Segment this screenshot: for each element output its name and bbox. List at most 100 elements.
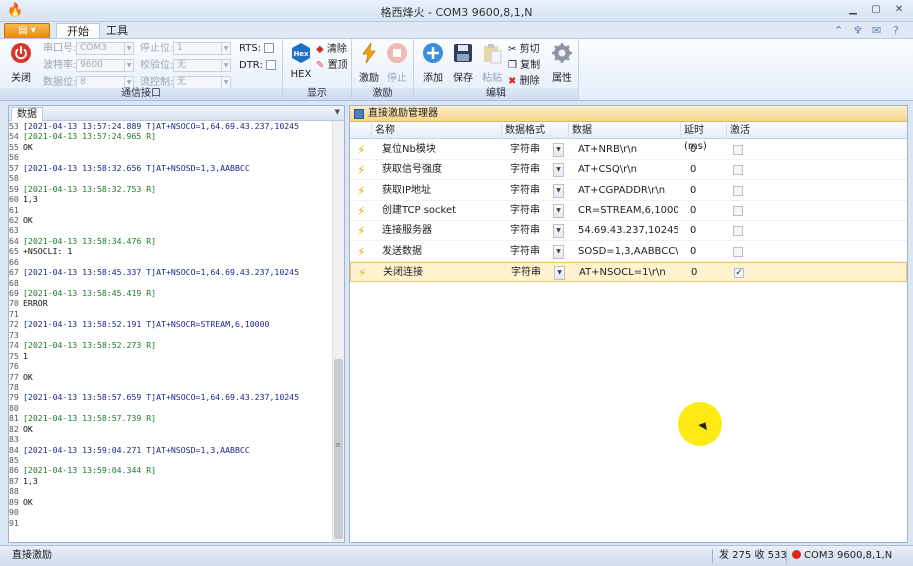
format-dropdown-icon[interactable]: ▼ bbox=[553, 203, 564, 218]
stimulus-row[interactable]: ⚡ 关闭连接 字符串 ▼ AT+NSOCL=1\r\n 0 ✓ bbox=[350, 261, 907, 283]
pin-icon: ✎ bbox=[316, 60, 325, 71]
console-line: 56 bbox=[9, 152, 332, 162]
format-dropdown-icon[interactable]: ▼ bbox=[553, 143, 564, 157]
format-dropdown-icon[interactable]: ▼ bbox=[553, 163, 564, 178]
format-dropdown-icon[interactable]: ▼ bbox=[553, 224, 564, 239]
group-label-display: 显示 bbox=[283, 88, 351, 100]
row-format[interactable]: 字符串 bbox=[510, 140, 550, 160]
column-name[interactable]: 名称 bbox=[372, 123, 502, 139]
delete-button[interactable]: ✖ 删除 bbox=[508, 74, 540, 89]
row-name[interactable]: 关闭连接 bbox=[383, 263, 501, 283]
row-delay[interactable]: 0 bbox=[690, 221, 720, 241]
row-data[interactable]: AT+NRB\r\n bbox=[578, 140, 678, 160]
stimulus-row[interactable]: ⚡ 创建TCP socket 字符串▼ CR=STREAM,6,10000\r 0 bbox=[350, 201, 907, 221]
column-format[interactable]: 数据格式 bbox=[502, 123, 569, 139]
row-delay[interactable]: 0 bbox=[691, 263, 721, 283]
clear-button[interactable]: ◆ 清除 bbox=[316, 42, 347, 57]
parity-select[interactable]: 无 ▼ bbox=[173, 59, 231, 72]
row-delay[interactable]: 0 bbox=[690, 242, 720, 262]
activate-checkbox[interactable] bbox=[733, 246, 743, 257]
help-icon[interactable]: ? bbox=[893, 24, 899, 37]
paste-button[interactable]: 粘贴 bbox=[476, 42, 508, 86]
column-data[interactable]: 数据 bbox=[569, 123, 681, 139]
row-name[interactable]: 发送数据 bbox=[382, 242, 500, 262]
console-line: 63 bbox=[9, 225, 332, 235]
row-data[interactable]: 54.69.43.237,10245\r\n bbox=[578, 221, 678, 241]
console-line: 78 bbox=[9, 382, 332, 392]
column-activate[interactable]: 激活 bbox=[727, 123, 907, 139]
row-format[interactable]: 字符串 bbox=[510, 242, 550, 262]
pin-top-button[interactable]: ✎ 置顶 bbox=[316, 58, 348, 73]
port-select[interactable]: COM3 ▼ bbox=[76, 42, 134, 55]
scrollbar-thumb[interactable] bbox=[334, 359, 343, 539]
line-text: [2021-04-13 13:57:24.965 R] bbox=[23, 131, 157, 142]
minimize-ribbon-icon[interactable]: ⌃ bbox=[834, 24, 843, 37]
row-delay[interactable]: 0 bbox=[690, 201, 720, 221]
tab-data[interactable]: 数据 bbox=[11, 107, 43, 121]
stimulus-row[interactable]: ⚡ 获取IP地址 字符串 ▼ AT+CGPADDR\r\n 0 bbox=[350, 181, 907, 201]
rts-checkbox[interactable] bbox=[264, 43, 275, 53]
row-format[interactable]: 字符串 bbox=[510, 160, 550, 180]
cut-button[interactable]: ✂ 剪切 bbox=[508, 42, 540, 57]
app-menu-button[interactable]: ▤ ▾ bbox=[4, 23, 50, 39]
stimulus-row[interactable]: ⚡ 复位Nb模块 字符串 ▼ AT+NRB\r\n 0 bbox=[350, 140, 907, 160]
format-dropdown-icon[interactable]: ▼ bbox=[554, 265, 565, 280]
row-data[interactable]: AT+CSQ\r\n bbox=[578, 160, 678, 180]
add-button[interactable]: 添加 bbox=[417, 42, 449, 86]
vertical-scrollbar[interactable]: ≡ bbox=[332, 121, 344, 542]
activate-checkbox[interactable] bbox=[733, 185, 743, 196]
feedback-icon[interactable]: ✉ bbox=[872, 24, 881, 37]
tab-start[interactable]: 开始 bbox=[56, 23, 100, 39]
line-text: 1,3 bbox=[23, 475, 38, 486]
row-name[interactable]: 连接服务器 bbox=[382, 221, 500, 241]
column-delay[interactable]: 延时(ms) bbox=[681, 123, 727, 152]
lightning-icon: ⚡ bbox=[357, 244, 366, 259]
row-format[interactable]: 字符串 bbox=[510, 201, 550, 221]
save-button[interactable]: 保存 bbox=[447, 42, 479, 86]
activate-checkbox[interactable]: ✓ bbox=[734, 267, 744, 278]
row-delay[interactable]: 0 bbox=[690, 140, 720, 160]
panel-menu-icon[interactable]: ▼ bbox=[335, 108, 340, 116]
close-port-button[interactable]: 关闭 bbox=[5, 42, 37, 86]
activate-checkbox[interactable] bbox=[733, 145, 743, 155]
line-text: [2021-04-13 13:58:45.419 R] bbox=[23, 288, 157, 298]
activate-checkbox[interactable] bbox=[733, 165, 743, 176]
row-name[interactable]: 复位Nb模块 bbox=[382, 140, 500, 160]
dtr-checkbox[interactable] bbox=[266, 60, 277, 70]
activate-checkbox[interactable] bbox=[733, 205, 743, 216]
activate-checkbox[interactable] bbox=[733, 226, 743, 237]
tab-tools[interactable]: 工具 bbox=[96, 23, 138, 39]
row-name[interactable]: 获取信号强度 bbox=[382, 160, 500, 180]
row-format[interactable]: 字符串 bbox=[510, 221, 550, 241]
baud-select[interactable]: 9600 ▼ bbox=[76, 59, 134, 72]
row-data[interactable]: CR=STREAM,6,10000\r bbox=[578, 201, 678, 221]
stimulus-row[interactable]: ⚡ 发送数据字符串▼ SOSD=1,3,AABBCC\r\n 0 bbox=[350, 242, 907, 262]
format-dropdown-icon[interactable]: ▼ bbox=[553, 183, 564, 198]
stimulus-row[interactable]: ⚡ 获取信号强度 字符串 ▼ AT+CSQ\r\n 0 bbox=[350, 160, 907, 181]
stop-button[interactable]: 停止 bbox=[381, 42, 413, 86]
stimulus-row[interactable]: ⚡ 连接服务器字符串▼ 54.69.43.237,10245\r\n 0 bbox=[350, 221, 907, 242]
hex-button[interactable]: Hex HEX bbox=[285, 42, 317, 86]
properties-button[interactable]: 属性 bbox=[546, 42, 578, 86]
row-data[interactable]: AT+CGPADDR\r\n bbox=[578, 181, 678, 201]
maximize-button[interactable]: ▢ bbox=[866, 3, 886, 18]
minimize-button[interactable]: ▁ bbox=[843, 3, 863, 18]
copy-button[interactable]: ❐ 复制 bbox=[508, 58, 540, 73]
row-name[interactable]: 获取IP地址 bbox=[382, 181, 500, 201]
row-format[interactable]: 字符串 bbox=[511, 263, 551, 283]
dtr-toggle[interactable]: DTR: bbox=[239, 58, 277, 73]
row-delay[interactable]: 0 bbox=[690, 160, 720, 180]
rts-toggle[interactable]: RTS: bbox=[239, 41, 275, 56]
data-console[interactable]: 53 [2021-04-13 13:57:24.889 T]AT+NSOCO=1,… bbox=[9, 121, 332, 542]
skin-icon[interactable]: ♆ bbox=[853, 24, 863, 37]
row-data[interactable]: AT+NSOCL=1\r\n bbox=[579, 263, 679, 283]
row-name[interactable]: 创建TCP socket bbox=[382, 201, 500, 221]
console-line: 75 1 bbox=[9, 351, 332, 361]
row-format[interactable]: 字符串 bbox=[510, 181, 550, 201]
stopbits-select[interactable]: 1 ▼ bbox=[173, 42, 231, 55]
format-dropdown-icon[interactable]: ▼ bbox=[553, 244, 564, 259]
close-window-button[interactable]: ✕ bbox=[889, 3, 909, 18]
row-data[interactable]: SOSD=1,3,AABBCC\r\n bbox=[578, 242, 678, 262]
port-status[interactable]: COM3 9600,8,1,N bbox=[792, 546, 892, 566]
row-delay[interactable]: 0 bbox=[690, 181, 720, 201]
